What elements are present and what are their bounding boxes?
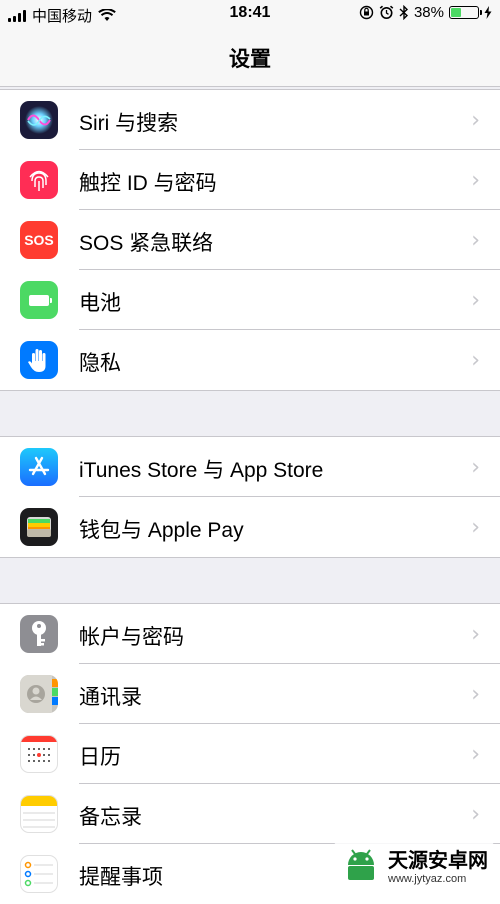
settings-row-label: 提醒事项 <box>79 866 163 889</box>
watermark-title: 天源安卓网 <box>388 850 488 872</box>
settings-row-label: 电池 <box>79 292 121 315</box>
chevron-right-icon: › <box>471 455 480 480</box>
settings-row-label: 帐户与密码 <box>79 626 184 649</box>
settings-group-2: iTunes Store 与 App Store › 钱包与 Apple Pay… <box>0 436 500 558</box>
settings-row-app-store[interactable]: iTunes Store 与 App Store › <box>0 437 500 497</box>
bluetooth-icon <box>399 5 408 20</box>
chevron-right-icon: › <box>471 348 480 373</box>
page-title: 设置 <box>229 48 271 71</box>
reminders-icon <box>20 855 58 893</box>
settings-row-label: Siri 与搜索 <box>79 112 179 135</box>
battery-indicator-icon <box>449 6 482 19</box>
settings-row-calendar[interactable]: 日历 › <box>0 724 500 784</box>
android-logo-icon <box>348 848 374 880</box>
settings-row-label: 隐私 <box>79 352 121 375</box>
wallet-icon <box>20 508 58 546</box>
settings-row-battery[interactable]: 电池 › <box>0 270 500 330</box>
chevron-right-icon: › <box>471 742 480 767</box>
settings-row-wallet[interactable]: 钱包与 Apple Pay › <box>0 497 500 557</box>
settings-group-1: Siri 与搜索 › 触控 ID 与密码 › SOS SOS 紧急联络 › 电池… <box>0 89 500 391</box>
navigation-bar: 设置 <box>0 28 500 87</box>
settings-row-label: SOS 紧急联络 <box>79 232 214 255</box>
hand-icon <box>20 341 58 379</box>
siri-icon <box>20 101 58 139</box>
settings-row-label: 钱包与 Apple Pay <box>79 519 244 542</box>
settings-row-accounts[interactable]: 帐户与密码 › <box>0 604 500 664</box>
settings-row-label: iTunes Store 与 App Store <box>79 459 324 482</box>
alarm-icon <box>379 5 394 19</box>
chevron-right-icon: › <box>471 622 480 647</box>
settings-row-contacts[interactable]: 通讯录 › <box>0 664 500 724</box>
calendar-icon <box>20 735 58 773</box>
charging-icon <box>484 6 492 19</box>
battery-percent: 38% <box>413 4 444 21</box>
fingerprint-icon <box>20 161 58 199</box>
app-store-icon <box>20 448 58 486</box>
settings-row-siri[interactable]: Siri 与搜索 › <box>0 90 500 150</box>
watermark-logo: 天源安卓网 www.jytyaz.com <box>334 842 494 887</box>
orientation-lock-icon <box>359 5 374 20</box>
watermark-url: www.jytyaz.com <box>388 873 467 885</box>
settings-row-sos[interactable]: SOS SOS 紧急联络 › <box>0 210 500 270</box>
settings-row-label: 备忘录 <box>79 806 142 829</box>
status-bar: 中国移动 18:41 38% <box>0 0 500 28</box>
chevron-right-icon: › <box>471 515 480 540</box>
chevron-right-icon: › <box>471 802 480 827</box>
notes-icon <box>20 795 58 833</box>
settings-row-label: 通讯录 <box>79 686 142 709</box>
chevron-right-icon: › <box>471 108 480 133</box>
sos-icon: SOS <box>20 221 58 259</box>
settings-row-notes[interactable]: 备忘录 › <box>0 784 500 844</box>
chevron-right-icon: › <box>471 228 480 253</box>
contacts-icon <box>20 675 58 713</box>
chevron-right-icon: › <box>471 682 480 707</box>
settings-row-privacy[interactable]: 隐私 › <box>0 330 500 390</box>
key-icon <box>20 615 58 653</box>
battery-icon <box>20 281 58 319</box>
settings-row-touch-id[interactable]: 触控 ID 与密码 › <box>0 150 500 210</box>
settings-row-label: 触控 ID 与密码 <box>79 172 217 195</box>
settings-row-label: 日历 <box>79 746 121 769</box>
sos-icon-text: SOS <box>24 232 54 248</box>
chevron-right-icon: › <box>471 288 480 313</box>
chevron-right-icon: › <box>471 168 480 193</box>
